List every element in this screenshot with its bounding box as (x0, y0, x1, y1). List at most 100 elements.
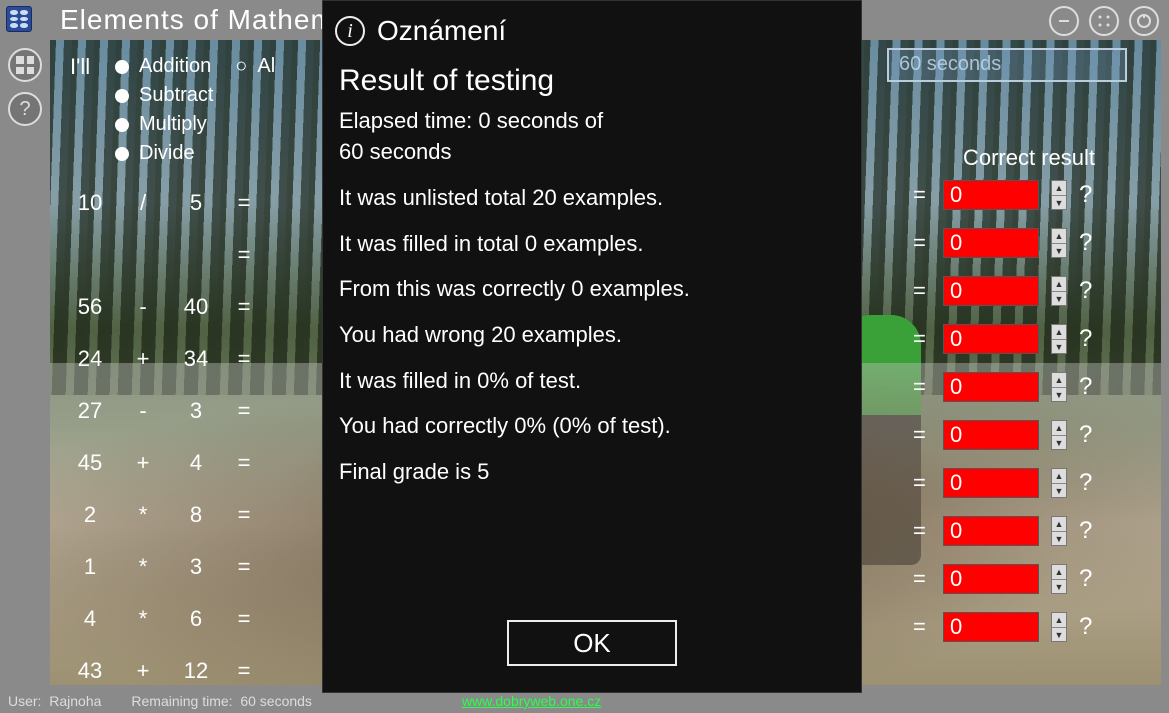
spin-up-icon[interactable]: ▲ (1052, 325, 1066, 340)
spin-down-icon[interactable]: ▼ (1052, 244, 1066, 258)
spin-down-icon[interactable]: ▼ (1052, 628, 1066, 642)
result-line: 60 seconds (339, 137, 845, 167)
spin-down-icon[interactable]: ▼ (1052, 340, 1066, 354)
answer-row: = ▲▼? (913, 180, 1123, 210)
equals-sign: = (913, 470, 931, 496)
problem-row: 45+4= (62, 450, 322, 476)
operand-b: 12 (168, 658, 224, 684)
op-label: Multiply (139, 113, 207, 136)
spinner[interactable]: ▲▼ (1051, 372, 1067, 402)
spinner[interactable]: ▲▼ (1051, 564, 1067, 594)
spin-up-icon[interactable]: ▲ (1052, 181, 1066, 196)
problem-row: 4*6= (62, 606, 322, 632)
answer-input[interactable] (943, 228, 1039, 258)
equals-sign: = (913, 422, 931, 448)
hint-button[interactable]: ? (1079, 373, 1092, 401)
problem-row: = (62, 242, 322, 268)
op-divide[interactable]: Divide (115, 142, 275, 165)
operand-b: 34 (168, 346, 224, 372)
spinner[interactable]: ▲▼ (1051, 228, 1067, 258)
equals-sign: = (224, 450, 264, 476)
time-label: Remaining time: (131, 693, 232, 709)
hint-button[interactable]: ? (1079, 613, 1092, 641)
close-button[interactable] (1129, 6, 1159, 36)
hint-button[interactable]: ? (1079, 277, 1092, 305)
equals-sign: = (913, 230, 931, 256)
answer-input[interactable] (943, 564, 1039, 594)
operator: + (118, 658, 168, 684)
spin-down-icon[interactable]: ▼ (1052, 580, 1066, 594)
hint-button[interactable]: ? (1079, 229, 1092, 257)
op-subtract[interactable]: Subtract (115, 84, 275, 107)
operator: - (118, 294, 168, 320)
answer-input[interactable] (943, 612, 1039, 642)
result-line: It was filled in 0% of test. (339, 366, 845, 396)
operand-b: 3 (168, 398, 224, 424)
spin-up-icon[interactable]: ▲ (1052, 517, 1066, 532)
spinner[interactable]: ▲▼ (1051, 420, 1067, 450)
user-value: Rajnoha (49, 693, 101, 709)
spin-down-icon[interactable]: ▼ (1052, 388, 1066, 402)
spin-up-icon[interactable]: ▲ (1052, 277, 1066, 292)
operand-a: 4 (62, 606, 118, 632)
equals-sign: = (913, 326, 931, 352)
spin-down-icon[interactable]: ▼ (1052, 292, 1066, 306)
equals-sign: = (913, 278, 931, 304)
spin-down-icon[interactable]: ▼ (1052, 484, 1066, 498)
footer-link[interactable]: www.dobryweb.one.cz (462, 693, 601, 709)
operator: * (118, 606, 168, 632)
spin-up-icon[interactable]: ▲ (1052, 613, 1066, 628)
result-line: It was unlisted total 20 examples. (339, 183, 845, 213)
answer-row: = ▲▼? (913, 372, 1123, 402)
answer-row: = ▲▼? (913, 276, 1123, 306)
equals-sign: = (224, 606, 264, 632)
menu-button[interactable] (8, 48, 42, 82)
spin-up-icon[interactable]: ▲ (1052, 565, 1066, 580)
spinner[interactable]: ▲▼ (1051, 468, 1067, 498)
problem-row: 2*8= (62, 502, 322, 528)
hint-button[interactable]: ? (1079, 325, 1092, 353)
spinner[interactable]: ▲▼ (1051, 612, 1067, 642)
spinner[interactable]: ▲▼ (1051, 276, 1067, 306)
spin-down-icon[interactable]: ▼ (1052, 436, 1066, 450)
answer-input[interactable] (943, 372, 1039, 402)
minimize-button[interactable] (1049, 6, 1079, 36)
equals-sign: = (913, 182, 931, 208)
spin-up-icon[interactable]: ▲ (1052, 229, 1066, 244)
maximize-button[interactable] (1089, 6, 1119, 36)
operand-a: 10 (62, 190, 118, 216)
spinner[interactable]: ▲▼ (1051, 516, 1067, 546)
spin-down-icon[interactable]: ▼ (1052, 532, 1066, 546)
equals-sign: = (913, 566, 931, 592)
equals-sign: = (913, 614, 931, 640)
op-addition[interactable]: Addition ○ Al (115, 55, 275, 78)
hint-button[interactable]: ? (1079, 565, 1092, 593)
time-value: 60 seconds (240, 693, 312, 709)
ok-button[interactable]: OK (507, 620, 677, 666)
spin-down-icon[interactable]: ▼ (1052, 196, 1066, 210)
problem-row: 1*3= (62, 554, 322, 580)
radio-icon (115, 118, 129, 132)
answer-input[interactable] (943, 420, 1039, 450)
spin-up-icon[interactable]: ▲ (1052, 469, 1066, 484)
hint-button[interactable]: ? (1079, 421, 1092, 449)
spinner[interactable]: ▲▼ (1051, 324, 1067, 354)
spinner[interactable]: ▲▼ (1051, 180, 1067, 210)
practice-label: I'll (70, 54, 90, 80)
timer-display: 60 seconds (887, 48, 1127, 82)
op-multiply[interactable]: Multiply (115, 113, 275, 136)
spin-up-icon[interactable]: ▲ (1052, 373, 1066, 388)
help-button[interactable]: ? (8, 92, 42, 126)
answer-input[interactable] (943, 468, 1039, 498)
answer-row: =▲▼? (913, 516, 1123, 546)
hint-button[interactable]: ? (1079, 181, 1092, 209)
spin-up-icon[interactable]: ▲ (1052, 421, 1066, 436)
op-label: Subtract (139, 84, 213, 107)
hint-button[interactable]: ? (1079, 469, 1092, 497)
equals-sign: = (913, 374, 931, 400)
answer-input[interactable] (943, 276, 1039, 306)
hint-button[interactable]: ? (1079, 517, 1092, 545)
answer-input[interactable] (943, 180, 1039, 210)
answer-input[interactable] (943, 324, 1039, 354)
answer-input[interactable] (943, 516, 1039, 546)
